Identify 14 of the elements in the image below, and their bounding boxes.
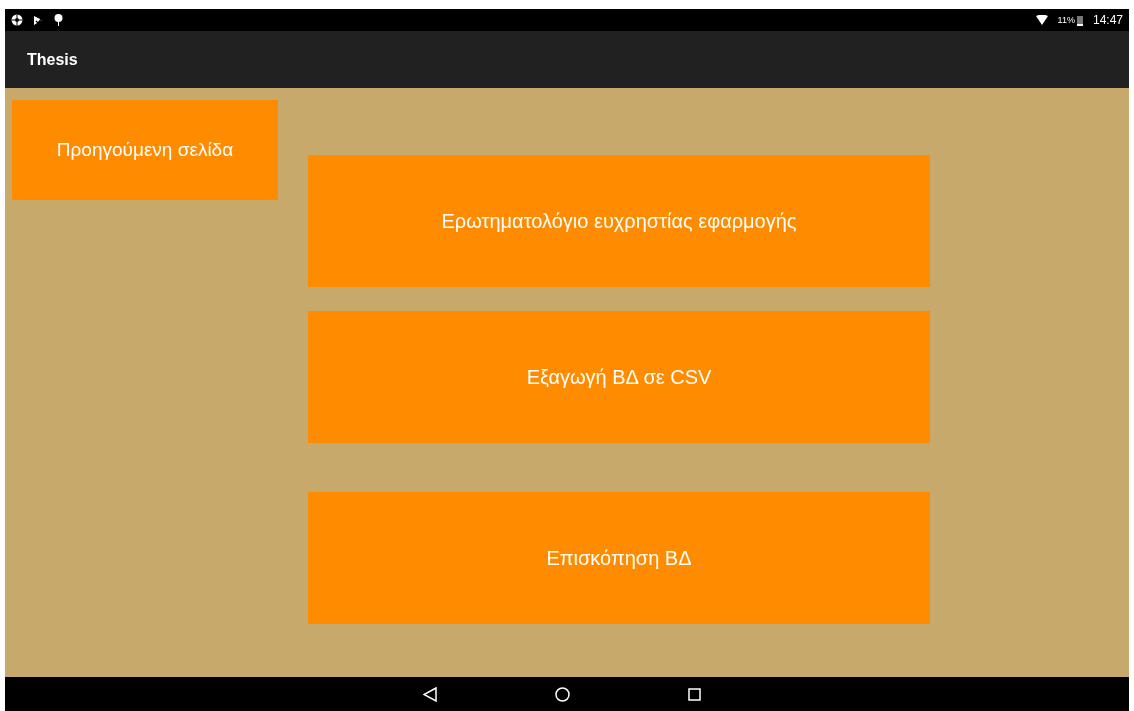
menu-button[interactable]: Επισκόπηση ΒΔ <box>308 492 930 624</box>
menu-button[interactable]: Εξαγωγή ΒΔ σε CSV <box>308 311 930 443</box>
battery-percent: 11% <box>1057 15 1075 25</box>
battery-icon <box>1076 14 1083 26</box>
back-icon[interactable] <box>423 686 437 702</box>
menu-button[interactable]: Ερωτηματολόγιο ευχρηστίας εφαρμογής <box>308 155 930 287</box>
clock-time: 14:47 <box>1092 13 1123 27</box>
home-icon[interactable] <box>555 686 570 702</box>
android-pin-icon <box>54 14 63 26</box>
recents-icon[interactable] <box>688 687 701 701</box>
aperture-icon <box>11 14 23 26</box>
previous-page-button[interactable]: Προηγούμενη σελίδα <box>12 100 278 200</box>
wifi-icon <box>1035 15 1048 25</box>
app-title: Thesis <box>27 50 78 69</box>
